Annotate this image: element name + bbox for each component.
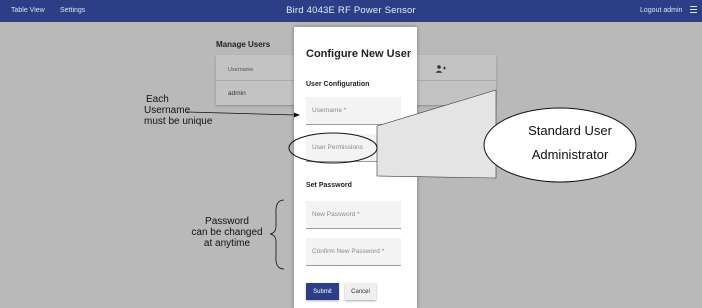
caret-down-icon — [392, 146, 396, 149]
username-input[interactable] — [306, 97, 401, 124]
top-app-bar: Table View Settings Bird 4043E RF Power … — [0, 0, 702, 22]
section-set-password: Set Password — [306, 182, 352, 189]
confirm-password-field — [306, 238, 401, 266]
column-header-username: Username — [228, 67, 254, 73]
table-row-username[interactable]: admin — [228, 90, 246, 97]
add-user-icon[interactable] — [434, 65, 446, 73]
page-title: Manage Users — [216, 40, 271, 49]
new-password-field — [306, 201, 401, 229]
hamburger-menu-icon[interactable] — [690, 6, 697, 14]
app-title: Bird 4043E RF Power Sensor — [286, 5, 416, 16]
user-permissions-select[interactable]: User Permissions — [306, 134, 401, 162]
username-field — [306, 97, 401, 125]
submit-button[interactable]: Submit — [306, 283, 339, 300]
confirm-password-input[interactable] — [306, 238, 401, 265]
configure-user-dialog: Configure New User User Configuration Us… — [294, 27, 417, 308]
user-permissions-label: User Permissions — [312, 144, 363, 151]
logout-link[interactable]: Logout admin — [640, 7, 682, 14]
dialog-title: Configure New User — [306, 48, 412, 60]
section-user-configuration: User Configuration — [306, 81, 370, 88]
new-password-input[interactable] — [306, 201, 401, 228]
cancel-button[interactable]: Cancel — [345, 283, 376, 300]
